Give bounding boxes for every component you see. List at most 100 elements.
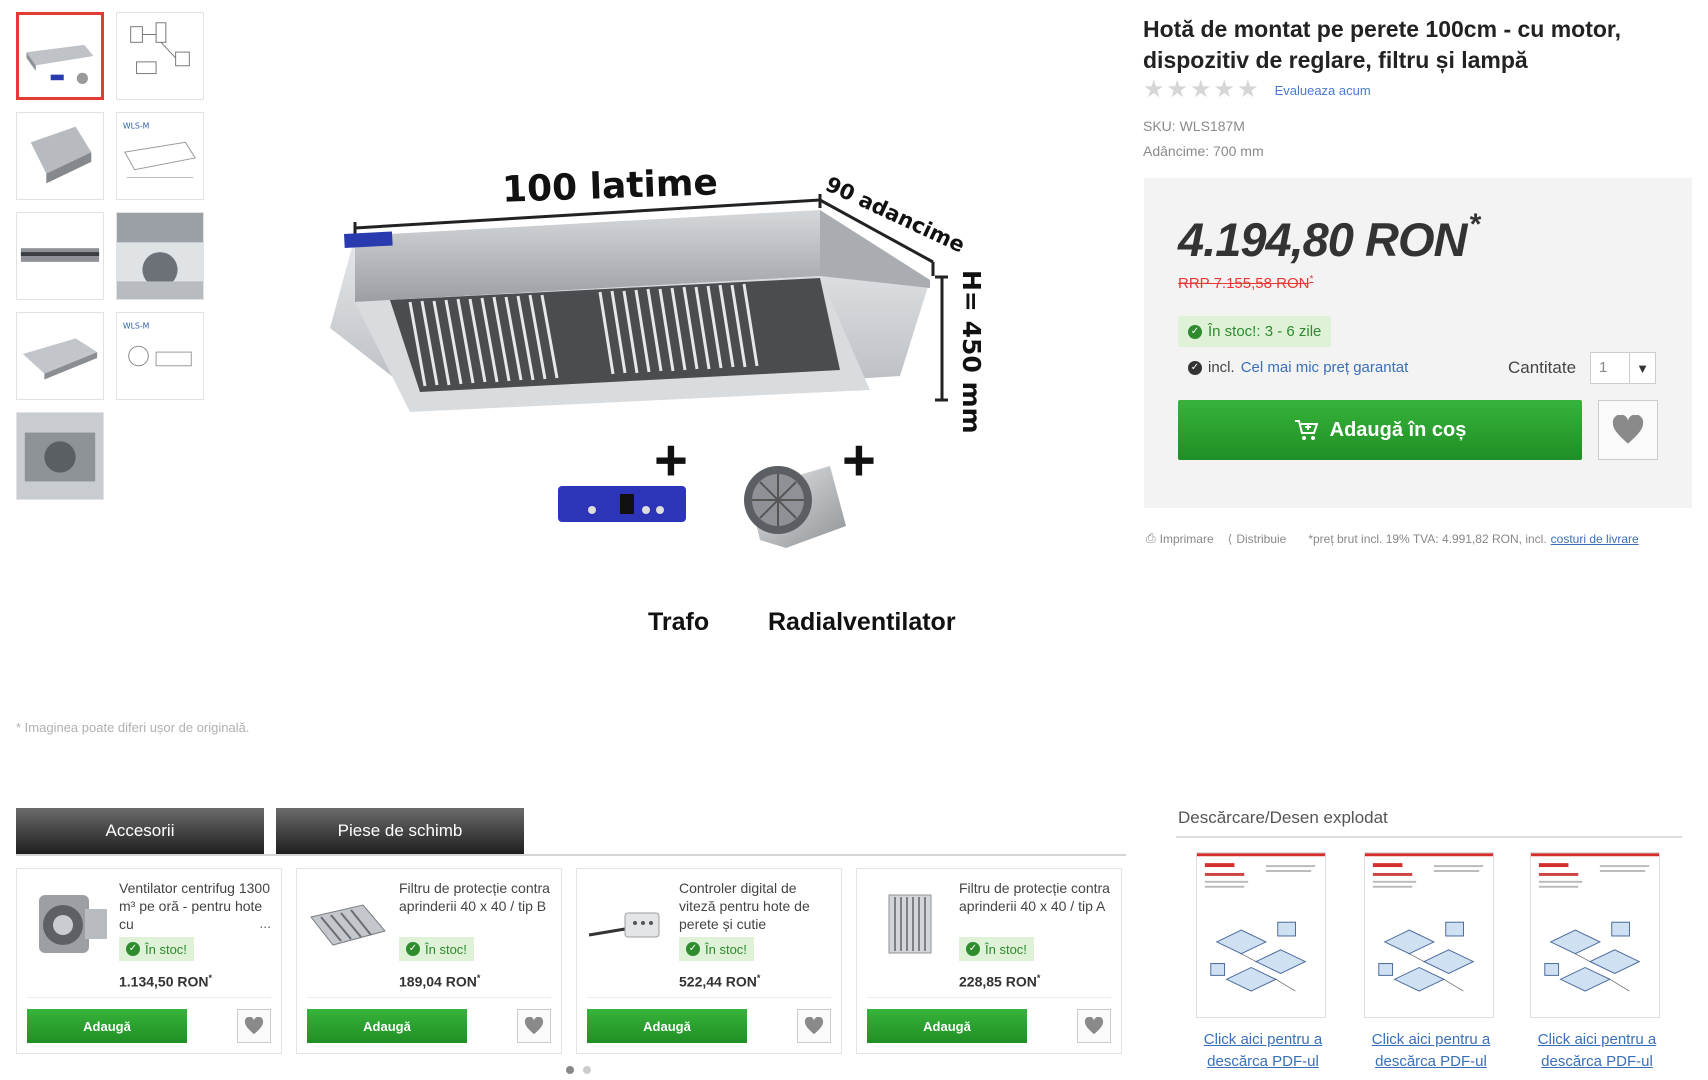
stock-badge: ✓ În stoc! [959, 937, 1034, 961]
stock-text: În stoc! [985, 941, 1027, 957]
depth-spec: Adâncime: 700 mm [1143, 143, 1264, 159]
carousel-dot[interactable] [566, 1066, 574, 1074]
thumbnail-7[interactable] [16, 312, 104, 400]
add-to-cart-button[interactable]: Adaugă în coș [1178, 400, 1582, 460]
cart-icon [1294, 420, 1318, 440]
tab-spare-parts[interactable]: Piese de schimb [276, 808, 524, 854]
star-icon[interactable]: ★ [1214, 78, 1236, 102]
price-footnote-mark: * [1468, 208, 1480, 241]
divider [27, 997, 271, 998]
download-pdf-link[interactable]: Click aici pentru a descărca PDF-ul [1196, 1029, 1330, 1073]
quantity-select[interactable]: 1 ▼ [1590, 352, 1656, 384]
add-button[interactable]: Adaugă [27, 1009, 187, 1043]
buy-box: 4.194,80 RON* RRP 7.155,58 RON* ✓ În sto… [1144, 178, 1692, 508]
download-item[interactable]: Click aici pentru a descărca PDF-ul [1530, 852, 1664, 1073]
tab-accessories[interactable]: Accesorii [16, 808, 264, 854]
wishlist-button[interactable] [237, 1009, 271, 1043]
divider [867, 997, 1111, 998]
product-price: 189,04 RON* [399, 973, 480, 990]
guarantee-link[interactable]: Cel mai mic preț garantat [1241, 359, 1409, 376]
product-thumbnail [888, 894, 932, 954]
carousel-dot[interactable] [583, 1066, 591, 1074]
accessory-card[interactable]: Filtru de protecție contra aprinderii 40… [296, 868, 562, 1054]
thumbnail-3[interactable] [16, 112, 104, 200]
svg-text:WLS-M: WLS-M [123, 122, 150, 131]
thumbnail-5[interactable] [16, 212, 104, 300]
star-icon[interactable]: ★ [1237, 78, 1259, 102]
product-price: 1.134,50 RON* [119, 973, 212, 990]
carousel-dots [566, 1066, 591, 1074]
sku: SKU: WLS187M [1143, 118, 1245, 134]
star-icon[interactable]: ★ [1190, 78, 1212, 102]
accessory-trafo-label: Trafo [648, 608, 710, 636]
thumbnail-9[interactable] [16, 412, 104, 500]
thumbnail-2[interactable] [116, 12, 204, 100]
add-button[interactable]: Adaugă [867, 1009, 1027, 1043]
print-link[interactable]: ⎙ Imprimare [1146, 531, 1214, 546]
product-tools: ⎙ Imprimare ⟨ Distribuie *preț brut incl. … [1146, 531, 1639, 546]
product-name[interactable]: Controler digital de viteză pentru hote … [679, 879, 835, 933]
download-item[interactable]: Click aici pentru a descărca PDF-ul [1364, 852, 1498, 1073]
heart-icon [244, 1017, 264, 1035]
accessory-card[interactable]: Filtru de protecție contra aprinderii 40… [856, 868, 1122, 1054]
download-item[interactable]: Click aici pentru a descărca PDF-ul [1196, 852, 1330, 1073]
wishlist-button[interactable] [517, 1009, 551, 1043]
product-thumbnail [39, 895, 107, 953]
share-icon: ⟨ [1227, 531, 1233, 546]
thumbnail-8[interactable]: WLS-M [116, 312, 204, 400]
chevron-down-icon[interactable]: ▼ [1629, 353, 1655, 383]
rrp-value: RRP 7.155,58 RON [1178, 275, 1310, 292]
stock-text: În stoc! [425, 941, 467, 957]
thumbnail-4[interactable]: WLS-M [116, 112, 204, 200]
share-label: Distribuie [1236, 531, 1287, 546]
pdf-preview[interactable] [1196, 852, 1326, 1018]
download-pdf-link[interactable]: Click aici pentru a descărca PDF-ul [1364, 1029, 1498, 1073]
price-value: 189,04 RON [399, 973, 477, 990]
share-link[interactable]: ⟨ Distribuie [1228, 532, 1287, 546]
product-name[interactable]: Ventilator centrifug 1300 m³ pe oră - pe… [119, 879, 275, 933]
star-icon[interactable]: ★ [1167, 78, 1189, 102]
divider [587, 997, 831, 998]
rate-now-link[interactable]: Evalueaza acum [1275, 83, 1371, 98]
check-icon: ✓ [1188, 360, 1202, 375]
dimension-width-label: 100 latime [501, 162, 719, 211]
stock-text: În stoc! [705, 941, 747, 957]
pdf-preview[interactable] [1530, 852, 1660, 1018]
printer-icon: ⎙ [1146, 531, 1156, 545]
product-name[interactable]: Filtru de protecție contra aprinderii 40… [399, 879, 555, 933]
product-name[interactable]: Filtru de protecție contra aprinderii 40… [959, 879, 1115, 933]
heart-icon [804, 1017, 824, 1035]
accessory-fan-label: Radialventilator [768, 608, 956, 636]
thumbnail-1[interactable] [16, 12, 104, 100]
shipping-cost-link[interactable]: costuri de livrare [1551, 532, 1639, 546]
heart-icon [524, 1017, 544, 1035]
image-disclaimer: * Imaginea poate diferi ușor de original… [16, 720, 250, 735]
download-pdf-link[interactable]: Click aici pentru a descărca PDF-ul [1530, 1029, 1664, 1073]
hood-illustration [330, 194, 948, 548]
svg-text:WLS-M: WLS-M [123, 322, 150, 331]
divider [307, 997, 551, 998]
heart-icon [1084, 1017, 1104, 1035]
wishlist-button[interactable] [797, 1009, 831, 1043]
accessory-card[interactable]: Controler digital de viteză pentru hote … [576, 868, 842, 1054]
price-value: 522,44 RON [679, 973, 757, 990]
thumbnail-6[interactable] [116, 212, 204, 300]
stock-badge: ✓ În stoc!: 3 - 6 zile [1178, 316, 1332, 347]
price-footnote-mark: * [756, 973, 761, 983]
add-button[interactable]: Adaugă [307, 1009, 467, 1043]
price-value: 4.194,80 RON [1178, 213, 1467, 266]
vat-note: *preț brut incl. 19% TVA: 4.991,82 RON, … [1308, 532, 1638, 546]
wishlist-button[interactable] [1077, 1009, 1111, 1043]
heart-icon [1612, 415, 1644, 444]
product-title: Hotă de montat pe perete 100cm - cu moto… [1143, 16, 1622, 73]
wishlist-button[interactable] [1598, 400, 1658, 460]
star-icon[interactable]: ★ [1143, 78, 1165, 102]
quantity-label: Cantitate [1508, 358, 1577, 377]
accessory-tabs: Accesorii Piese de schimb [16, 808, 1126, 856]
vat-note-text: *preț brut incl. 19% TVA: 4.991,82 RON, … [1308, 531, 1547, 546]
pdf-preview[interactable] [1364, 852, 1494, 1018]
accessory-card[interactable]: Ventilator centrifug 1300 m³ pe oră - pe… [16, 868, 282, 1054]
plus-icon: + [654, 428, 688, 493]
add-button[interactable]: Adaugă [587, 1009, 747, 1043]
quantity-value[interactable]: 1 [1591, 353, 1629, 383]
